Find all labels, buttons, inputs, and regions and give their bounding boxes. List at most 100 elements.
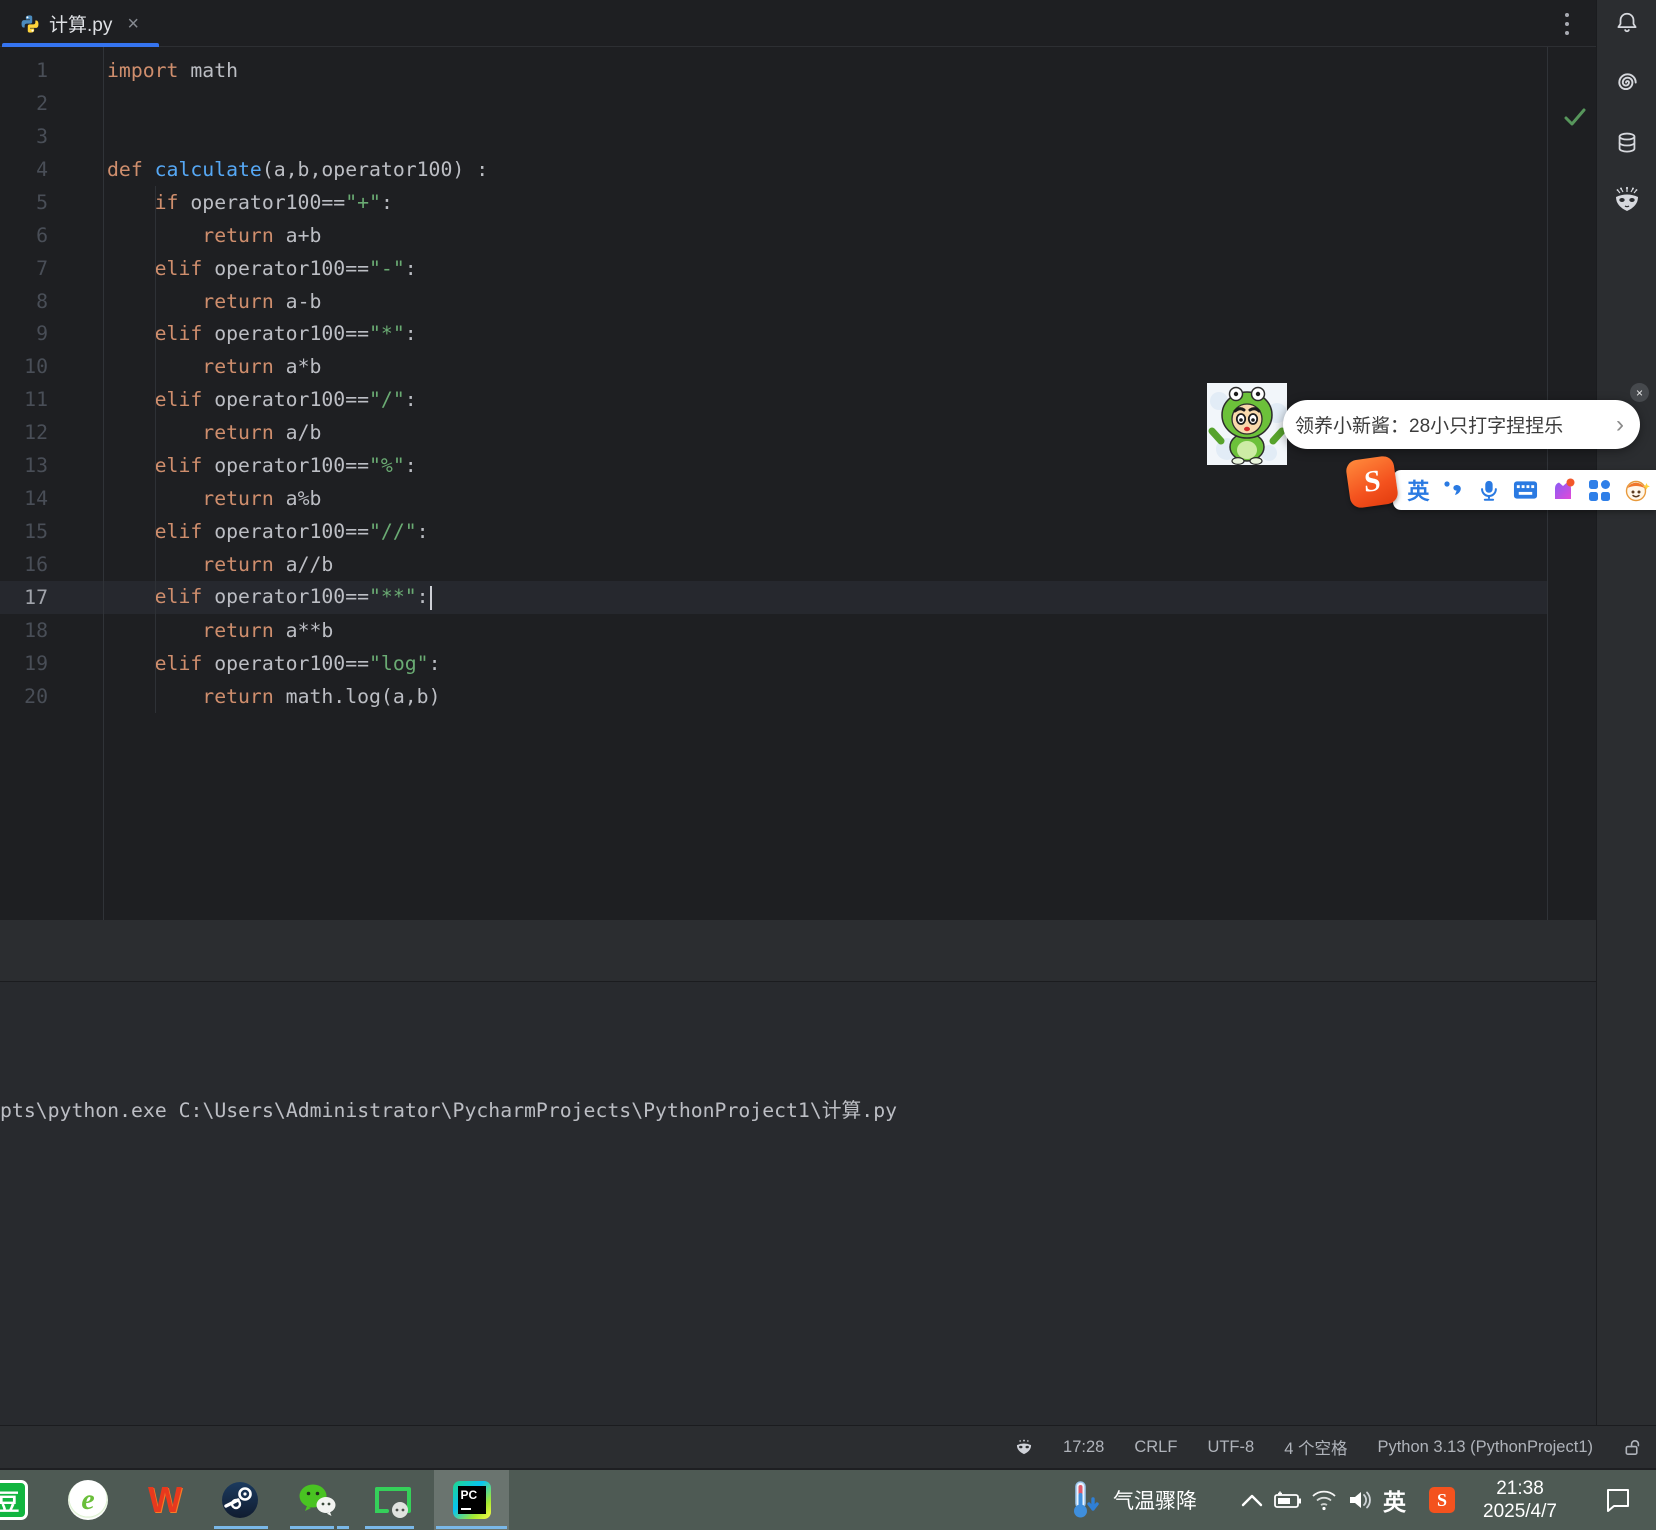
status-encoding[interactable]: UTF-8	[1207, 1438, 1254, 1457]
code-text: return a**b	[202, 618, 334, 642]
code-text: return a*b	[202, 355, 322, 379]
ime-skin-icon[interactable]	[1551, 478, 1575, 502]
line-number: 10	[24, 355, 48, 379]
code-line-19[interactable]: 19 elif operator100=="log":	[0, 647, 1547, 680]
taskbar-steam-icon[interactable]	[220, 1480, 260, 1520]
sogou-ime-toolbar: 英	[1393, 470, 1656, 510]
battery-charging-icon[interactable]	[1272, 1470, 1302, 1530]
toast-close-icon[interactable]: ×	[1630, 383, 1649, 402]
run-tool-window: pts\python.exe C:\Users\Administrator\Py…	[0, 920, 1596, 1425]
code-line-4[interactable]: 4 def calculate(a,b,operator100) :	[0, 153, 1547, 186]
taskbar-pycharm-active[interactable]: PC	[434, 1470, 509, 1530]
code-line-1[interactable]: 1 import math	[0, 54, 1547, 87]
ime-emoji-icon[interactable]	[1624, 478, 1650, 502]
weather-alert-text[interactable]: 气温骤降	[1113, 1470, 1197, 1530]
code-text: return a//b	[202, 553, 334, 577]
tray-sogou-icon[interactable]: S	[1429, 1470, 1455, 1530]
editor-more-options-icon[interactable]	[1558, 9, 1576, 39]
code-line-13[interactable]: 13 elif operator100=="%":	[0, 449, 1547, 482]
clock-date: 2025/4/7	[1483, 1501, 1557, 1522]
tab-title: 计算.py	[49, 15, 113, 36]
ime-language-mode[interactable]: 英	[1407, 474, 1429, 506]
status-interpreter[interactable]: Python 3.13 (PythonProject1)	[1377, 1438, 1593, 1457]
speaker-icon[interactable]	[1347, 1470, 1374, 1530]
ai-assistant-icon[interactable]	[1613, 68, 1641, 96]
taskbar-screenshare-icon[interactable]	[373, 1480, 413, 1520]
wifi-icon[interactable]	[1311, 1470, 1337, 1530]
code-line-20[interactable]: 20 return math.log(a,b)	[0, 680, 1547, 713]
code-text: return a/b	[202, 421, 322, 445]
taskbar-360-browser-icon[interactable]: e	[68, 1480, 108, 1520]
tray-language-indicator[interactable]: 英	[1383, 1470, 1406, 1530]
mask-plugin-icon[interactable]	[1613, 186, 1641, 214]
status-mask-icon[interactable]	[1015, 1438, 1033, 1456]
code-text: if operator100=="+":	[154, 190, 393, 214]
code-text: import math	[107, 58, 239, 82]
code-line-15[interactable]: 15 elif operator100=="//":	[0, 515, 1547, 548]
action-center-icon[interactable]	[1604, 1470, 1632, 1530]
notifications-bell-icon[interactable]	[1613, 9, 1641, 37]
shinchan-frog-cartoon[interactable]	[1207, 383, 1287, 465]
code-line-17[interactable]: 17 elif operator100=="**":	[0, 581, 1547, 614]
status-cursor-position[interactable]: 17:28	[1063, 1438, 1104, 1457]
ime-toolbox-icon[interactable]	[1588, 479, 1611, 502]
code-line-8[interactable]: 8 return a-b	[0, 285, 1547, 318]
status-indent[interactable]: 4 个空格	[1284, 1435, 1347, 1459]
tab-close-icon[interactable]: ×	[127, 14, 139, 34]
code-text: return a+b	[202, 223, 322, 247]
line-number: 18	[24, 618, 48, 642]
line-number: 4	[36, 157, 48, 181]
line-number: 15	[24, 520, 48, 544]
ime-microphone-icon[interactable]	[1477, 479, 1500, 502]
line-number: 3	[36, 124, 48, 148]
inspection-ok-icon[interactable]	[1564, 107, 1586, 127]
text-cursor	[429, 585, 432, 610]
code-line-14[interactable]: 14 return a%b	[0, 482, 1547, 515]
line-number: 5	[36, 190, 48, 214]
console-output[interactable]: pts\python.exe C:\Users\Administrator\Py…	[0, 982, 1596, 1425]
code-line-18[interactable]: 18 return a**b	[0, 614, 1547, 647]
adoption-toast[interactable]: 领养小新酱：28小只打字捏捏乐 ›	[1283, 400, 1640, 449]
right-tool-stripe	[1596, 0, 1656, 1425]
running-indicator-screenshare	[365, 1526, 414, 1529]
line-number: 12	[24, 421, 48, 445]
code-line-16[interactable]: 16 return a//b	[0, 548, 1547, 581]
indent-guide	[155, 186, 156, 713]
code-line-10[interactable]: 10 return a*b	[0, 350, 1547, 383]
chevron-right-icon[interactable]: ›	[1616, 412, 1624, 437]
line-number: 13	[24, 454, 48, 478]
tab-calc-py[interactable]: 计算.py ×	[0, 0, 159, 47]
clock-time: 21:38	[1496, 1478, 1544, 1499]
status-line-separator[interactable]: CRLF	[1134, 1438, 1177, 1457]
code-line-9[interactable]: 9 elif operator100=="*":	[0, 318, 1547, 351]
code-text: elif operator100=="//":	[154, 520, 429, 544]
code-text: elif operator100=="log":	[154, 651, 441, 675]
running-indicator-wechat	[290, 1526, 334, 1529]
taskbar-wechat-icon[interactable]	[297, 1480, 337, 1520]
desktop-screen: 计算.py × 1 import math 2 3 4 def calculate(a,b…	[0, 0, 1656, 1530]
unlocked-padlock-icon[interactable]	[1623, 1438, 1642, 1457]
line-number: 16	[24, 553, 48, 577]
status-bar: 17:28 CRLF UTF-8 4 个空格 Python 3.13 (Pyth…	[0, 1425, 1656, 1468]
gutter-divider	[103, 47, 104, 920]
code-line-7[interactable]: 7 elif operator100=="-":	[0, 252, 1547, 285]
tray-show-hidden-icon[interactable]	[1240, 1470, 1264, 1530]
sogou-logo[interactable]: S	[1344, 454, 1400, 510]
taskbar-wps-icon[interactable]: W	[145, 1479, 185, 1520]
code-line-2[interactable]: 2	[0, 87, 1547, 120]
ime-keyboard-icon[interactable]	[1513, 480, 1538, 500]
line-number: 2	[36, 91, 48, 115]
taskbar-douban-icon[interactable]: 豆	[0, 1480, 28, 1520]
taskbar-clock[interactable]: 21:38 2025/4/7	[1468, 1477, 1572, 1523]
console-command-line: pts\python.exe C:\Users\Administrator\Py…	[0, 1099, 898, 1122]
code-lines: 1 import math 2 3 4 def calculate(a,b,operato…	[0, 47, 1547, 713]
code-line-6[interactable]: 6 return a+b	[0, 219, 1547, 252]
line-number: 8	[36, 289, 48, 313]
pycharm-icon: PC	[452, 1481, 491, 1519]
weather-thermometer-icon[interactable]	[1070, 1470, 1100, 1530]
running-indicator-steam	[214, 1526, 268, 1529]
ime-ink-icon[interactable]	[1442, 479, 1464, 501]
code-line-5[interactable]: 5 if operator100=="+":	[0, 186, 1547, 219]
code-line-3[interactable]: 3	[0, 120, 1547, 153]
database-icon[interactable]	[1613, 129, 1641, 157]
